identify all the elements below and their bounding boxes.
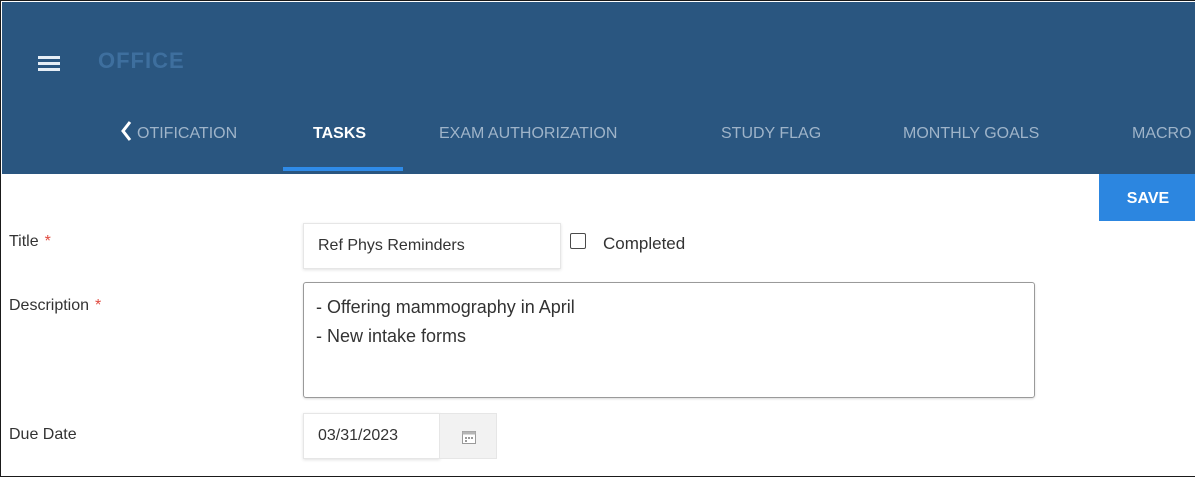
tab-monthly-goals[interactable]: MONTHLY GOALS [903, 106, 1039, 175]
app-frame: OFFICE OTIFICATION TASKS EXAM AUTHORIZAT… [0, 0, 1195, 477]
tab-notification[interactable]: OTIFICATION [137, 106, 237, 175]
title-label: Title * [9, 233, 51, 251]
description-label: Description * [9, 297, 101, 315]
description-textarea[interactable]: - Offering mammography in April - New in… [303, 282, 1035, 398]
app-name: OFFICE [98, 48, 185, 73]
description-label-text: Description [9, 297, 90, 314]
description-line: - Offering mammography in April [316, 297, 575, 317]
required-mark: * [44, 233, 51, 250]
save-button[interactable]: SAVE [1099, 174, 1195, 221]
active-tab-indicator [283, 167, 403, 171]
hamburger-menu-icon[interactable] [38, 56, 60, 72]
calendar-icon [462, 431, 476, 444]
due-date-input[interactable]: 03/31/2023 [303, 413, 440, 459]
top-header: OFFICE OTIFICATION TASKS EXAM AUTHORIZAT… [2, 2, 1195, 174]
tab-study-flag[interactable]: STUDY FLAG [721, 106, 821, 175]
required-mark: * [95, 297, 102, 314]
title-label-text: Title [9, 233, 39, 250]
completed-checkbox[interactable] [570, 233, 586, 249]
tab-exam-authorization[interactable]: EXAM AUTHORIZATION [439, 106, 617, 175]
tab-bar: OTIFICATION TASKS EXAM AUTHORIZATION STU… [2, 106, 1195, 175]
title-input[interactable]: Ref Phys Reminders [303, 223, 561, 269]
tab-macro[interactable]: MACRO [1132, 106, 1192, 175]
description-line: - New intake forms [316, 326, 467, 346]
completed-label: Completed [603, 234, 686, 253]
due-date-label: Due Date [9, 426, 77, 443]
tab-tasks[interactable]: TASKS [313, 106, 366, 175]
calendar-button[interactable] [439, 413, 497, 459]
